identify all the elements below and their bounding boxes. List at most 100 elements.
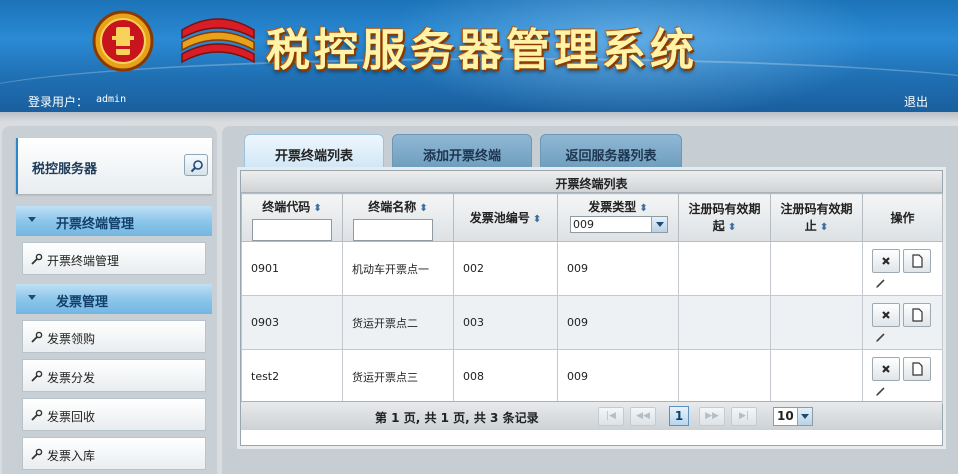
pencil-icon[interactable] <box>875 277 887 289</box>
wrench-icon <box>31 253 43 265</box>
delete-icon <box>882 257 890 265</box>
column-header-invoice-type[interactable]: 发票类型 ⬍ 009 <box>557 193 679 242</box>
cell-valid-to <box>770 295 863 350</box>
wrench-icon <box>31 331 43 343</box>
sort-icon[interactable]: ⬍ <box>533 214 541 225</box>
tax-emblem-logo <box>92 10 154 72</box>
column-header-terminal-name[interactable]: 终端名称 ⬍ <box>342 193 454 242</box>
column-label: 注册码有效期止 <box>780 202 853 233</box>
tab-back-to-server-list[interactable]: 返回服务器列表 <box>540 134 682 170</box>
sidebar-item-invoice-purchase[interactable]: 发票领购 <box>22 320 206 353</box>
column-label: 操作 <box>890 211 915 225</box>
column-label: 发票类型 <box>588 200 637 214</box>
sidebar-group-label: 发票管理 <box>56 295 109 310</box>
cell-valid-from <box>678 295 771 350</box>
sidebar-item-label: 发票分发 <box>47 371 96 385</box>
invoice-type-filter-select[interactable]: 009 <box>570 216 668 233</box>
current-page-button[interactable]: 1 <box>669 406 689 426</box>
next-page-button[interactable]: ▶▶ <box>699 407 725 426</box>
terminal-name-filter-input[interactable] <box>353 219 433 241</box>
chevron-down-icon <box>28 295 36 300</box>
delete-button[interactable] <box>872 249 900 273</box>
chevron-down-icon <box>797 408 812 425</box>
sidebar-group-terminal-management[interactable]: 开票终端管理 <box>16 206 212 236</box>
last-page-button[interactable]: ▶| <box>731 407 757 426</box>
user-label: 登录用户： <box>28 95 89 109</box>
sidebar-item-invoice-distribute[interactable]: 发票分发 <box>22 359 206 392</box>
delete-button[interactable] <box>872 357 900 381</box>
sort-icon[interactable]: ⬍ <box>728 222 736 233</box>
sidebar-item-label: 开票终端管理 <box>47 254 120 268</box>
pencil-icon[interactable] <box>875 385 887 397</box>
pagination-info: 第 1 页, 共 1 页, 共 3 条记录 <box>375 411 539 425</box>
tax-seal-logo <box>181 18 255 64</box>
logout-link[interactable]: 退出 <box>904 93 928 110</box>
column-header-valid-from[interactable]: 注册码有效期起 ⬍ <box>678 193 771 242</box>
chevron-down-icon <box>651 217 667 232</box>
cell-invoice-type: 009 <box>557 241 679 296</box>
cell-terminal-name: 货运开票点三 <box>342 349 454 404</box>
cell-terminal-name: 货运开票点二 <box>342 295 454 350</box>
document-icon <box>912 362 923 376</box>
sidebar-search-button[interactable] <box>184 154 208 176</box>
terminal-grid-panel: 开票终端列表 终端代码 ⬍ 终端名称 ⬍ 发票池编号 ⬍ 发票类型 ⬍ 009 … <box>240 170 943 446</box>
terminal-code-filter-input[interactable] <box>252 219 332 241</box>
column-header-pool-number[interactable]: 发票池编号 ⬍ <box>453 193 558 242</box>
cell-actions <box>862 241 943 296</box>
wrench-icon <box>31 448 43 460</box>
column-label: 终端名称 <box>368 200 417 214</box>
view-button[interactable] <box>903 249 931 273</box>
sort-icon[interactable]: ⬍ <box>313 203 321 214</box>
search-icon <box>190 160 203 173</box>
view-button[interactable] <box>903 357 931 381</box>
cell-terminal-name: 机动车开票点一 <box>342 241 454 296</box>
terminal-table: 终端代码 ⬍ 终端名称 ⬍ 发票池编号 ⬍ 发票类型 ⬍ 009 注册码有效期起… <box>241 193 943 404</box>
table-row[interactable]: 0903 货运开票点二 003 009 <box>241 295 943 350</box>
column-header-actions: 操作 <box>862 193 943 242</box>
view-button[interactable] <box>903 303 931 327</box>
column-label: 终端代码 <box>262 200 311 214</box>
cell-pool-number: 003 <box>453 295 558 350</box>
delete-button[interactable] <box>872 303 900 327</box>
cell-valid-from <box>678 241 771 296</box>
user-bar: 登录用户： admin 退出 <box>0 88 958 112</box>
sort-icon[interactable]: ⬍ <box>639 203 647 214</box>
sidebar-item-invoice-stock-in[interactable]: 发票入库 <box>22 437 206 470</box>
sidebar-item-terminal-management[interactable]: 开票终端管理 <box>22 242 206 275</box>
main-content: 开票终端列表 添加开票终端 返回服务器列表 开票终端列表 终端代码 ⬍ 终端名称 ⬍ <box>222 126 958 474</box>
cell-valid-to <box>770 349 863 404</box>
tab-terminal-list[interactable]: 开票终端列表 <box>244 134 384 170</box>
sort-icon[interactable]: ⬍ <box>419 203 427 214</box>
sidebar-item-invoice-recall[interactable]: 发票回收 <box>22 398 206 431</box>
sidebar-header: 税控服务器 <box>16 138 212 194</box>
cell-valid-from <box>678 349 771 404</box>
table-row[interactable]: 0901 机动车开票点一 002 009 <box>241 241 943 296</box>
first-page-button[interactable]: |◀ <box>598 407 624 426</box>
wrench-icon <box>31 409 43 421</box>
table-header-row: 终端代码 ⬍ 终端名称 ⬍ 发票池编号 ⬍ 发票类型 ⬍ 009 注册码有效期起… <box>241 193 943 242</box>
column-header-valid-to[interactable]: 注册码有效期止 ⬍ <box>770 193 863 242</box>
header-shadow <box>0 112 958 122</box>
grid-title: 开票终端列表 <box>241 171 942 193</box>
prev-page-button[interactable]: ◀◀ <box>630 407 656 426</box>
sidebar-item-label: 发票领购 <box>47 332 96 346</box>
cell-terminal-code: test2 <box>241 349 343 404</box>
cell-invoice-type: 009 <box>557 349 679 404</box>
sidebar-group-label: 开票终端管理 <box>56 217 135 232</box>
sidebar: 税控服务器 开票终端管理 开票终端管理 发票管理 发票领购 发票分发 发票回收 … <box>2 126 217 474</box>
wrench-icon <box>31 370 43 382</box>
pencil-icon[interactable] <box>875 331 887 343</box>
sidebar-item-label: 发票回收 <box>47 410 96 424</box>
sort-icon[interactable]: ⬍ <box>820 222 828 233</box>
cell-pool-number: 002 <box>453 241 558 296</box>
tab-add-terminal[interactable]: 添加开票终端 <box>392 134 532 170</box>
page-size-select[interactable]: 10 <box>773 407 813 426</box>
column-label: 注册码有效期起 <box>688 202 761 233</box>
column-header-terminal-code[interactable]: 终端代码 ⬍ <box>241 193 343 242</box>
invoice-type-selected-value: 009 <box>573 218 594 231</box>
sidebar-group-invoice-management[interactable]: 发票管理 <box>16 284 212 314</box>
sidebar-item-label: 发票入库 <box>47 449 96 463</box>
app-header: 税控服务器管理系统 登录用户： admin 退出 <box>0 0 958 112</box>
cell-invoice-type: 009 <box>557 295 679 350</box>
table-row[interactable]: test2 货运开票点三 008 009 <box>241 349 943 404</box>
